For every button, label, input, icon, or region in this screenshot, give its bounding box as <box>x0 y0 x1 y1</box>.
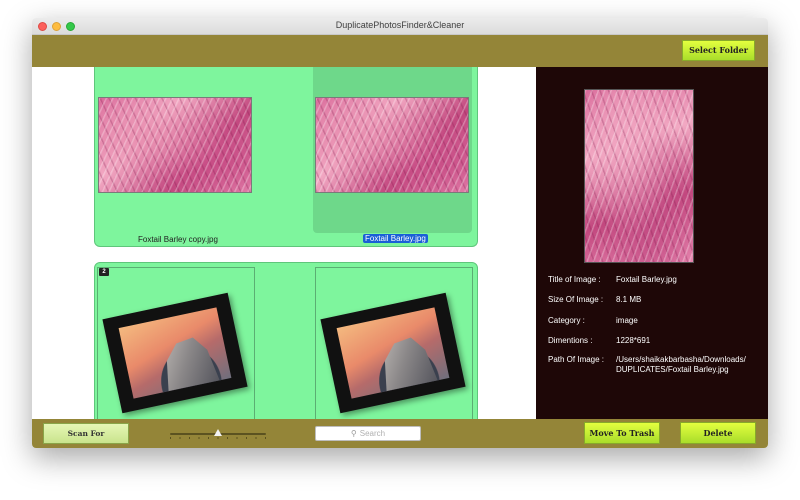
title-label: Title of Image : <box>548 275 601 284</box>
photo-filename-selected: Foxtail Barley.jpg <box>363 234 428 243</box>
dimensions-value: 1228*691 <box>616 336 651 345</box>
preview-image <box>584 89 694 263</box>
path-value-line2: DUPLICATES/Foxtail Barley.jpg <box>616 365 729 374</box>
details-panel: Title of Image : Foxtail Barley.jpg Size… <box>536 67 768 419</box>
photo-image <box>336 307 450 399</box>
dimensions-label: Dimentions : <box>548 336 593 345</box>
window-title: DuplicatePhotosFinder&Cleaner <box>335 20 465 30</box>
top-toolbar: Select Folder <box>32 35 768 67</box>
category-label: Category : <box>548 316 585 325</box>
search-field[interactable]: ⚲ Search <box>315 426 421 441</box>
size-label: Size Of Image : <box>548 295 604 304</box>
category-value: image <box>616 316 638 325</box>
size-value: 8.1 MB <box>616 295 642 304</box>
photo-thumbnail[interactable] <box>98 97 252 193</box>
select-folder-button[interactable]: Select Folder <box>682 40 755 61</box>
duplicate-group: 2 <box>94 262 478 419</box>
thumbnail-size-slider[interactable] <box>170 429 266 439</box>
scan-for-duplicates-button[interactable]: Scan For Duplicates <box>43 423 129 444</box>
delete-button[interactable]: Delete <box>680 422 756 444</box>
duplicates-list[interactable]: 2 Foxtail Barley copy.jpg Foxtail Barley… <box>32 67 536 419</box>
search-placeholder: Search <box>359 429 386 438</box>
bottom-toolbar: Scan For Duplicates ⚲Search Move To Tras… <box>32 419 768 448</box>
duplicate-group: 2 Foxtail Barley copy.jpg Foxtail Barley… <box>94 67 478 247</box>
photo-image <box>118 307 232 399</box>
title-value: Foxtail Barley.jpg <box>616 275 677 284</box>
path-label: Path Of Image : <box>548 355 605 364</box>
search-icon: ⚲ <box>350 429 357 438</box>
photo-filename: Foxtail Barley copy.jpg <box>138 235 218 244</box>
title-bar: DuplicatePhotosFinder&Cleaner <box>32 18 768 35</box>
slider-ticks <box>170 437 266 439</box>
group-count-badge: 2 <box>99 268 109 276</box>
app-window: DuplicatePhotosFinder&Cleaner Select Fol… <box>32 18 768 448</box>
path-value-line1: /Users/shaikakbarbasha/Downloads/ <box>616 355 746 364</box>
move-to-trash-button[interactable]: Move To Trash <box>584 422 660 444</box>
slider-thumb[interactable] <box>214 429 222 436</box>
photo-thumbnail-selected[interactable] <box>315 97 469 193</box>
